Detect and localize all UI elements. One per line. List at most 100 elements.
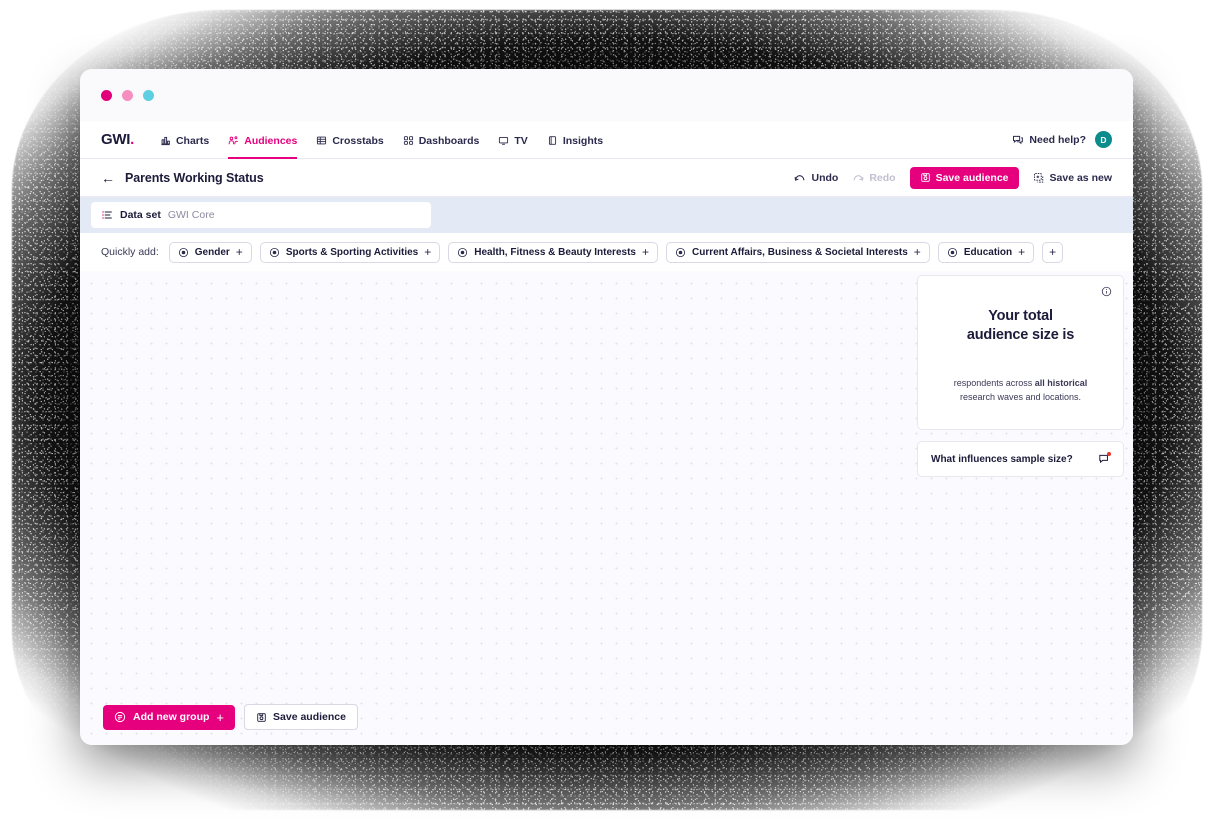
plus-icon: +: [216, 709, 225, 725]
redo-label: Redo: [869, 171, 896, 184]
dataset-label: Data set: [120, 209, 161, 221]
target-circle-icon: [947, 247, 958, 258]
nav-item-tv-label: TV: [514, 134, 528, 147]
audience-size-subtitle-bold: all historical: [1034, 378, 1088, 389]
quick-add-chip-gender[interactable]: Gender +: [168, 241, 252, 263]
quick-add-chip-current-affairs[interactable]: Current Affairs, Business & Societal Int…: [665, 241, 930, 263]
gwi-logo-dot: .: [130, 131, 134, 148]
quick-add-chip-health[interactable]: Health, Fitness & Beauty Interests +: [448, 241, 658, 263]
plus-icon: +: [424, 245, 432, 259]
chat-help-icon[interactable]: [1098, 452, 1111, 465]
quick-add-chip-education-label: Education: [963, 246, 1013, 258]
crosstabs-grid-icon: [316, 135, 327, 146]
nav-item-list: Charts Audiences Crosstabs Dashboards TV…: [160, 121, 603, 159]
quick-add-chip-current-affairs-label: Current Affairs, Business & Societal Int…: [691, 246, 908, 258]
save-as-new-icon: [1033, 172, 1045, 184]
close-dot[interactable]: [101, 89, 112, 101]
avatar[interactable]: D: [1095, 131, 1112, 148]
save-audience-button[interactable]: Save audience: [909, 166, 1019, 189]
minimize-dot[interactable]: [122, 89, 133, 101]
undo-label: Undo: [811, 171, 839, 184]
target-circle-icon: [457, 247, 468, 258]
undo-button[interactable]: Undo: [794, 172, 838, 184]
need-help-button[interactable]: Need help?: [1012, 134, 1086, 146]
save-disk-icon: [256, 712, 267, 723]
nav-item-tv[interactable]: TV: [498, 121, 528, 159]
tv-monitor-icon: [498, 135, 509, 146]
top-navigation-bar: GWI. Charts Audiences Crosstabs Dashboar…: [80, 121, 1133, 159]
plus-icon: +: [1049, 245, 1057, 259]
plus-icon: +: [913, 245, 921, 259]
audience-size-value: [934, 349, 1107, 375]
insights-book-icon: [547, 135, 558, 146]
nav-item-dashboards-label: Dashboards: [418, 134, 480, 147]
window-titlebar: [80, 69, 1133, 121]
add-new-group-button[interactable]: Add new group +: [103, 704, 236, 730]
quick-add-row: Quickly add: Gender + Sports & Sporting …: [80, 233, 1133, 271]
sample-size-help-label: What influences sample size?: [931, 453, 1073, 465]
save-audience-bottom-button[interactable]: Save audience: [244, 704, 358, 730]
audience-size-subtitle-suffix: research waves and locations.: [959, 392, 1082, 403]
audiences-people-icon: [228, 135, 239, 146]
toolbar-actions: Undo Redo Save audience Save as new: [794, 166, 1112, 189]
audience-size-card: Your total audience size is respondents …: [917, 275, 1124, 430]
quick-add-chip-gender-label: Gender: [194, 246, 230, 258]
canvas-bottom-actions: Add new group + Save audience: [103, 704, 358, 730]
maximize-dot[interactable]: [143, 89, 154, 101]
nav-item-crosstabs[interactable]: Crosstabs: [316, 121, 384, 159]
page-toolbar: ← Parents Working Status Undo Redo Save …: [80, 159, 1133, 197]
audience-size-heading: Your total audience size is: [934, 307, 1107, 345]
page-title: Parents Working Status: [125, 170, 264, 185]
dataset-selector[interactable]: Data set GWI Core: [91, 202, 431, 228]
nav-item-insights[interactable]: Insights: [547, 121, 603, 159]
audience-size-heading-line1: Your total: [988, 308, 1053, 324]
group-circle-icon: [114, 711, 126, 723]
quick-add-more-button[interactable]: +: [1042, 241, 1064, 263]
save-as-new-button[interactable]: Save as new: [1033, 172, 1112, 184]
audience-builder-canvas[interactable]: Your total audience size is respondents …: [80, 271, 1133, 745]
quick-add-chip-sports[interactable]: Sports & Sporting Activities +: [259, 241, 441, 263]
redo-button[interactable]: Redo: [852, 171, 896, 184]
nav-right-group: Need help? D: [1012, 131, 1112, 148]
quick-add-chip-health-label: Health, Fitness & Beauty Interests: [474, 246, 636, 258]
dataset-band: Data set GWI Core: [80, 197, 1133, 233]
save-audience-bottom-label: Save audience: [273, 711, 346, 723]
undo-arrow-icon: [794, 173, 806, 183]
add-new-group-label: Add new group: [133, 711, 210, 723]
audience-size-subtitle: respondents across all historical resear…: [934, 377, 1107, 405]
info-circle-icon[interactable]: [1101, 286, 1112, 297]
audience-size-subtitle-prefix: respondents across: [953, 378, 1035, 389]
gwi-logo[interactable]: GWI.: [101, 131, 134, 148]
nav-item-audiences-label: Audiences: [244, 134, 298, 147]
dataset-list-icon: [101, 209, 113, 221]
save-audience-label: Save audience: [935, 171, 1009, 184]
need-help-label: Need help?: [1029, 133, 1086, 146]
nav-item-charts-label: Charts: [175, 134, 210, 147]
redo-arrow-icon: [852, 173, 864, 183]
nav-item-insights-label: Insights: [562, 134, 604, 147]
plus-icon: +: [235, 245, 243, 259]
plus-icon: +: [641, 245, 649, 259]
notification-badge: [1107, 452, 1111, 456]
chat-bubbles-icon: [1012, 134, 1024, 146]
nav-item-crosstabs-label: Crosstabs: [332, 134, 384, 147]
save-as-new-label: Save as new: [1049, 171, 1112, 184]
avatar-initial: D: [1100, 134, 1107, 145]
bar-chart-icon: [160, 135, 171, 146]
nav-item-audiences[interactable]: Audiences: [228, 121, 298, 159]
nav-item-dashboards[interactable]: Dashboards: [403, 121, 480, 159]
quick-add-chip-education[interactable]: Education +: [937, 241, 1035, 263]
quick-add-chip-sports-label: Sports & Sporting Activities: [285, 246, 419, 258]
browser-window: GWI. Charts Audiences Crosstabs Dashboar…: [80, 69, 1133, 745]
quick-add-label: Quickly add:: [101, 246, 159, 258]
audience-size-heading-line2: audience size is: [966, 327, 1075, 344]
nav-item-charts[interactable]: Charts: [160, 121, 209, 159]
plus-icon: +: [1018, 245, 1026, 259]
gwi-logo-text: GWI: [101, 131, 131, 148]
back-arrow-icon[interactable]: ←: [101, 171, 115, 185]
sample-size-help-card[interactable]: What influences sample size?: [917, 441, 1124, 477]
target-circle-icon: [675, 247, 686, 258]
dataset-value: GWI Core: [167, 209, 215, 221]
dashboards-squares-icon: [403, 135, 414, 146]
save-disk-icon: [920, 172, 931, 183]
